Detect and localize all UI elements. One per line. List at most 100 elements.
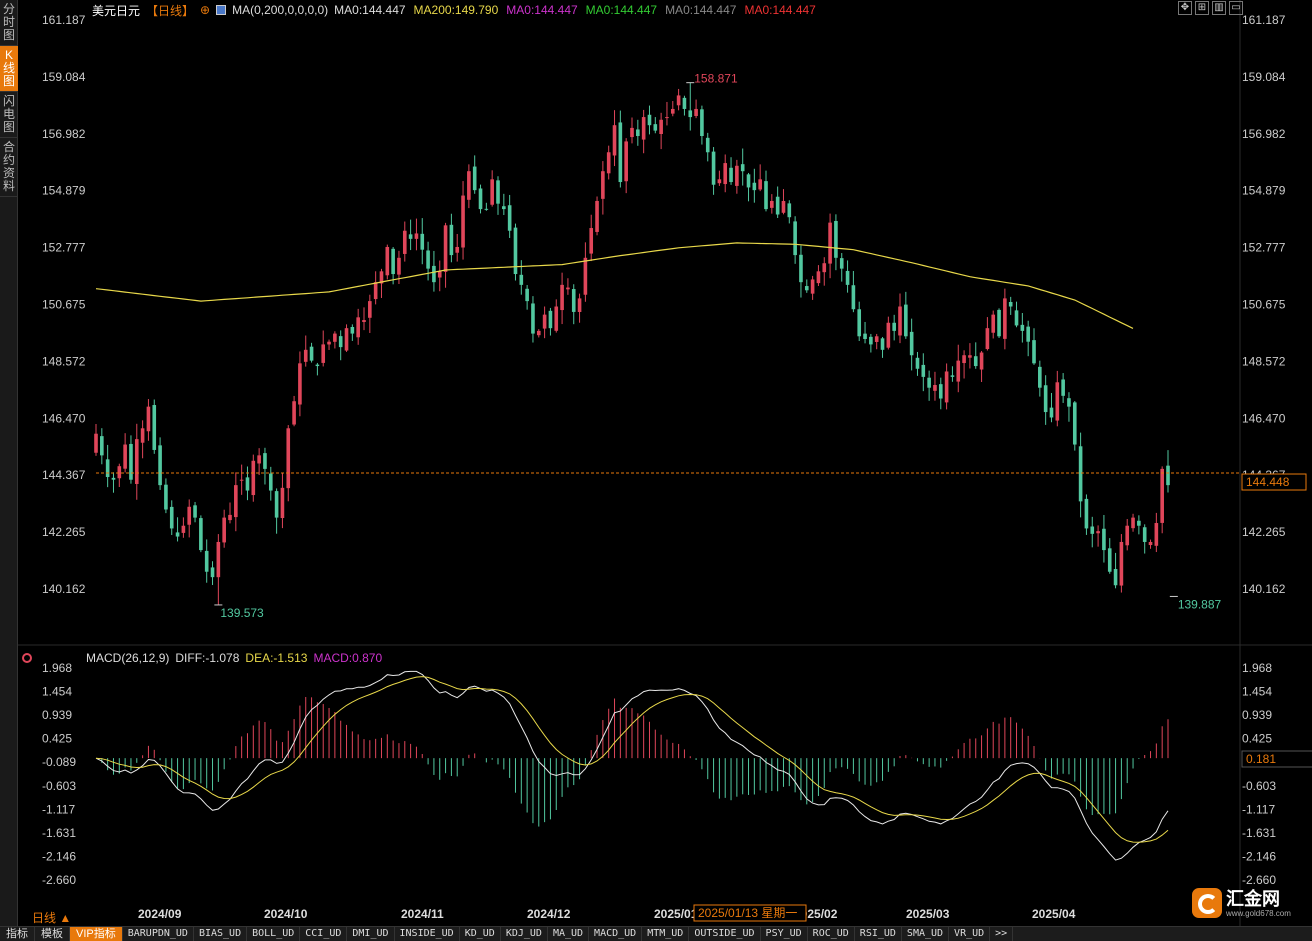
sidebar-tab-0[interactable]: 分时图: [0, 0, 18, 46]
sidebar: 分时图K线图闪电图合约资料: [0, 0, 18, 926]
crosshair-icon[interactable]: ✥: [1178, 1, 1192, 15]
candle-body: [134, 439, 139, 484]
add-indicator-icon[interactable]: ⊕: [200, 3, 210, 17]
sidebar-tab-1[interactable]: K线图: [0, 46, 18, 92]
ma-config-icon[interactable]: [216, 5, 227, 15]
macd-tick-left: -2.146: [42, 849, 76, 863]
sidebar-tab-char: 图: [2, 28, 15, 42]
macd-tick-right: -0.603: [1242, 779, 1276, 793]
candle-body: [700, 109, 704, 137]
macd-tick-right: -2.146: [1242, 849, 1276, 863]
candle-body: [758, 179, 762, 190]
candle-body: [1113, 569, 1118, 586]
indicator-tab-11[interactable]: MA_UD: [548, 927, 590, 941]
candle-body: [1038, 366, 1042, 388]
indicator-tab-7[interactable]: DMI_UD: [347, 927, 395, 941]
candle-body: [670, 108, 675, 114]
candle-body: [933, 384, 937, 391]
indicator-tab-13[interactable]: MTM_UD: [642, 927, 690, 941]
sidebar-tab-2[interactable]: 闪电图: [0, 92, 18, 138]
candle-body: [764, 181, 768, 210]
candle-body: [962, 355, 966, 364]
ma-value-4: MA0:144.447: [665, 3, 737, 17]
indicator-tab-14[interactable]: OUTSIDE_UD: [689, 927, 761, 941]
candle-body: [869, 336, 873, 345]
candle-body: [1026, 326, 1030, 342]
candle-body: [659, 119, 663, 135]
indicator-tab-2[interactable]: VIP指标: [70, 927, 123, 941]
period-selector[interactable]: 日线 ▲: [32, 909, 71, 926]
x-axis-label: 2025/01: [654, 907, 698, 921]
sidebar-tab-char: 图: [2, 120, 15, 134]
candle-body: [292, 401, 296, 425]
x-axis-label: 2024/09: [138, 907, 182, 921]
candle-body: [1166, 465, 1170, 486]
indicator-tab-15[interactable]: PSY_UD: [761, 927, 808, 941]
indicator-tab-0[interactable]: 指标: [0, 927, 35, 941]
candle-body: [432, 265, 436, 283]
candle-body: [1067, 398, 1071, 407]
columns-icon[interactable]: ▥: [1212, 1, 1226, 15]
indicator-tab-19[interactable]: VR_UD: [949, 927, 991, 941]
candle-body: [309, 346, 314, 361]
candle-body: [816, 271, 821, 284]
macd-diff: DIFF:-1.078: [175, 651, 240, 665]
candle-body: [222, 517, 226, 543]
grid-icon[interactable]: ⊞: [1195, 1, 1209, 15]
indicator-tab-1[interactable]: 模板: [35, 927, 70, 941]
indicator-tab-6[interactable]: CCI_UD: [300, 927, 348, 941]
period-badge[interactable]: 【日线】: [146, 2, 194, 19]
candle-body: [496, 180, 500, 204]
candle-body: [752, 182, 757, 191]
candle-body: [164, 484, 168, 510]
price-tick-right: 140.162: [1242, 582, 1286, 596]
candle-body: [187, 506, 192, 525]
candle-body: [723, 163, 728, 185]
macd-tick-right: -2.660: [1242, 873, 1276, 887]
candle-body: [676, 95, 681, 106]
candle-body: [968, 355, 972, 358]
logo-mark-icon: [1192, 888, 1222, 918]
indicator-tab-17[interactable]: RSI_UD: [855, 927, 902, 941]
candle-body: [548, 310, 553, 329]
logo-sub: www.gold678.com: [1226, 908, 1291, 918]
candle-body: [414, 233, 419, 239]
macd-settings-icon[interactable]: [22, 653, 32, 663]
candle-body: [560, 284, 564, 311]
indicator-tab-5[interactable]: BOLL_UD: [247, 927, 301, 941]
indicator-tab-3[interactable]: BARUPDN_UD: [123, 927, 194, 941]
candle-body: [321, 344, 326, 363]
ma-config-label[interactable]: MA(0,200,0,0,0,0): [232, 3, 328, 17]
indicator-tab-4[interactable]: BIAS_UD: [194, 927, 248, 941]
candle-body: [519, 274, 524, 285]
candle-body: [583, 257, 588, 295]
candle-body: [1131, 517, 1135, 529]
indicator-tab-10[interactable]: KDJ_UD: [501, 927, 548, 941]
price-tick-left: 146.470: [42, 411, 86, 425]
candle-body: [455, 246, 460, 253]
current-price-label: 144.448: [1246, 475, 1290, 489]
indicator-tab-18[interactable]: SMA_UD: [902, 927, 950, 941]
candle-body: [601, 171, 605, 199]
candle-body: [315, 364, 320, 367]
candle-body: [991, 314, 996, 333]
candle-body: [915, 357, 920, 369]
macd-tick-left: -0.089: [42, 755, 76, 769]
indicator-tab-8[interactable]: INSIDE_UD: [395, 927, 460, 941]
macd-dea-line: [95, 676, 1169, 843]
sidebar-tab-3[interactable]: 合约资料: [0, 138, 18, 197]
candle-body: [502, 206, 506, 210]
indicator-tab-9[interactable]: KD_UD: [460, 927, 501, 941]
chart-area[interactable]: 161.187 161.187 159.084 159.084 156.982 156.9…: [18, 0, 1312, 926]
indicator-tab-12[interactable]: MACD_UD: [589, 927, 643, 941]
minimize-icon[interactable]: ▭: [1229, 1, 1243, 15]
candle-body: [234, 485, 238, 518]
candle-body: [327, 341, 331, 345]
candle-body: [1119, 541, 1124, 586]
candle-body: [874, 336, 879, 342]
candle-body: [1043, 385, 1048, 413]
indicator-tab-16[interactable]: ROC_UD: [808, 927, 855, 941]
indicator-tab-20[interactable]: >>: [990, 927, 1014, 941]
candle-body: [711, 151, 716, 185]
price-tick-left: 152.777: [42, 241, 86, 255]
